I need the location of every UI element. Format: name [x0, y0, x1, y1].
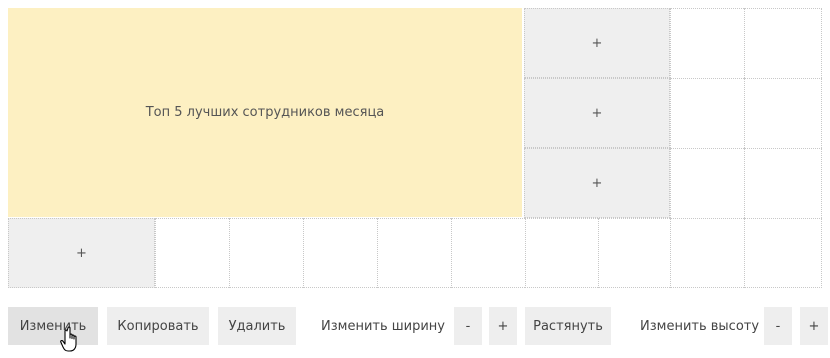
grid-cell — [598, 218, 670, 288]
change-height-label: Изменить высоту — [640, 318, 760, 334]
delete-button[interactable]: Удалить — [218, 307, 296, 345]
grid-cell — [744, 148, 822, 218]
add-widget-cell[interactable]: + — [524, 78, 670, 148]
height-increase-button[interactable]: + — [800, 307, 828, 345]
widget-top-employees[interactable]: Топ 5 лучших сотрудников месяца — [8, 8, 522, 217]
grid-cell — [155, 218, 229, 288]
grid-cell — [229, 218, 303, 288]
grid-cell — [451, 218, 525, 288]
grid-cell — [744, 8, 822, 78]
change-width-label: Изменить ширину — [321, 318, 445, 334]
grid-cell — [377, 218, 451, 288]
add-widget-plus: + — [591, 175, 603, 191]
width-decrease-button[interactable]: - — [454, 307, 482, 345]
add-widget-plus: + — [76, 245, 87, 261]
grid-cell — [670, 148, 744, 218]
width-increase-button[interactable]: + — [489, 307, 517, 345]
widget-title: Топ 5 лучших сотрудников месяца — [145, 105, 385, 120]
hand-pointer-icon — [60, 326, 86, 354]
add-widget-cell[interactable]: + — [524, 8, 670, 78]
dashboard-grid: Топ 5 лучших сотрудников месяца + + + + — [8, 8, 822, 288]
stretch-button[interactable]: Растянуть — [525, 307, 611, 345]
grid-cell — [744, 218, 822, 288]
grid-cell — [670, 78, 744, 148]
grid-cell — [670, 8, 744, 78]
add-widget-cell[interactable]: + — [524, 148, 670, 218]
copy-button[interactable]: Копировать — [107, 307, 209, 345]
grid-cell — [525, 218, 598, 288]
height-decrease-button[interactable]: - — [764, 307, 792, 345]
add-widget-plus: + — [591, 35, 603, 51]
grid-cell — [744, 78, 822, 148]
add-widget-plus: + — [591, 105, 603, 121]
widget-toolbar: Изменить Копировать Удалить Изменить шир… — [0, 307, 830, 347]
grid-cell — [303, 218, 377, 288]
add-widget-cell[interactable]: + — [8, 218, 155, 288]
grid-cell — [670, 218, 744, 288]
